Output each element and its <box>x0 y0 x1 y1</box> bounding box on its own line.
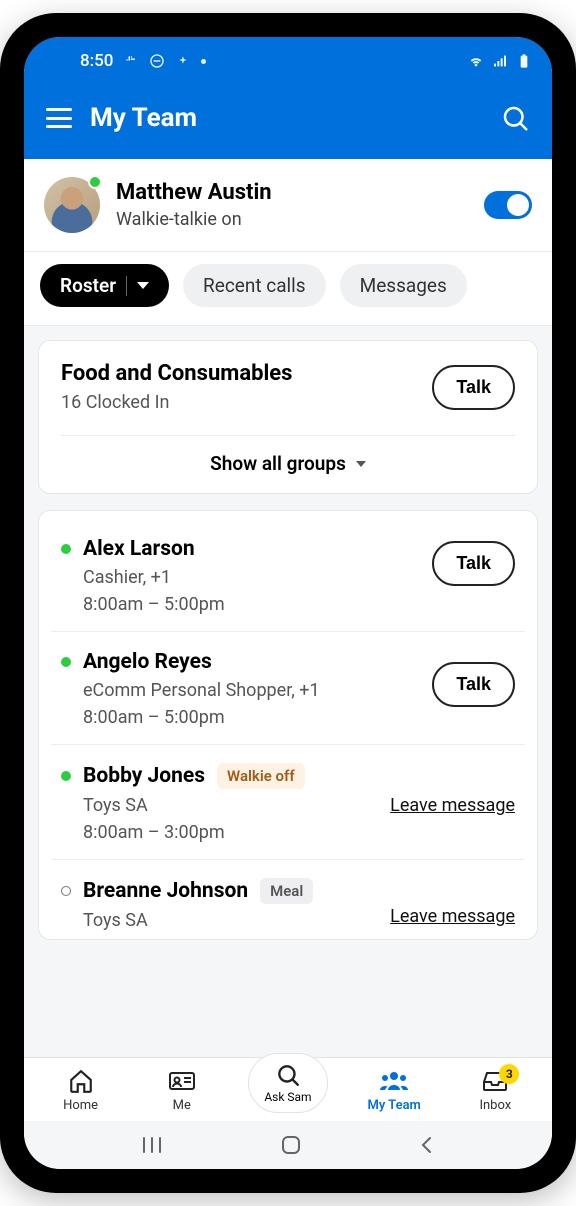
android-home-button[interactable] <box>280 1134 302 1156</box>
home-icon <box>68 1068 94 1094</box>
status-dot-icon <box>201 59 206 64</box>
phone-shell: 8:50 My Team <box>0 13 576 1193</box>
show-all-groups-button[interactable]: Show all groups <box>61 435 515 493</box>
presence-dot-icon <box>88 175 102 189</box>
signal-icon <box>492 53 508 69</box>
nav-ask-sam[interactable]: Ask Sam <box>248 1053 328 1113</box>
slack-icon <box>123 53 139 69</box>
chevron-down-icon <box>137 282 149 289</box>
person-name: Angelo Reyes <box>83 650 212 674</box>
person-name: Breanne Johnson <box>83 879 248 903</box>
person-schedule: 8:00am – 5:00pm <box>83 707 515 728</box>
android-back-button[interactable] <box>418 1134 436 1156</box>
status-bar: 8:50 <box>24 37 552 85</box>
leave-message-button[interactable]: Leave message <box>390 795 515 816</box>
spark-icon <box>175 53 191 69</box>
nav-me-label: Me <box>173 1098 191 1113</box>
inbox-badge: 3 <box>499 1064 519 1084</box>
nav-inbox-label: Inbox <box>479 1098 511 1113</box>
current-user-row: Matthew Austin Walkie-talkie on <box>24 159 552 252</box>
search-button[interactable] <box>500 103 530 133</box>
menu-icon[interactable] <box>46 108 72 128</box>
presence-dot-icon <box>61 771 71 781</box>
search-icon <box>275 1062 301 1088</box>
tab-messages-label: Messages <box>360 274 447 297</box>
list-item[interactable]: Breanne Johnson Meal Toys SA Leave messa… <box>51 859 525 939</box>
nav-inbox[interactable]: 3 Inbox <box>460 1068 530 1113</box>
talk-button[interactable]: Talk <box>432 541 515 586</box>
nav-ask-sam-label: Ask Sam <box>264 1090 311 1104</box>
person-schedule: 8:00am – 3:00pm <box>83 822 515 843</box>
app-header: My Team <box>24 85 552 159</box>
bottom-nav: Home Me Ask Sam My Team <box>24 1057 552 1121</box>
avatar[interactable] <box>44 177 100 233</box>
tab-recent-calls-label: Recent calls <box>203 274 306 297</box>
status-time: 8:50 <box>80 51 113 71</box>
page-title: My Team <box>90 103 197 133</box>
presence-dot-icon <box>61 886 71 896</box>
tab-messages[interactable]: Messages <box>340 264 467 307</box>
person-schedule: 8:00am – 5:00pm <box>83 594 515 615</box>
walkie-toggle[interactable] <box>484 191 532 219</box>
status-badge: Walkie off <box>217 763 305 789</box>
nav-home[interactable]: Home <box>46 1068 116 1113</box>
nav-me[interactable]: Me <box>147 1068 217 1113</box>
people-list: Alex Larson Cashier, +1 8:00am – 5:00pm … <box>38 510 538 940</box>
android-recent-button[interactable] <box>140 1136 164 1154</box>
group-subtitle: 16 Clocked In <box>61 392 292 413</box>
content-scroll[interactable]: Food and Consumables 16 Clocked In Talk … <box>24 326 552 1057</box>
user-name: Matthew Austin <box>116 180 272 205</box>
tab-roster-label: Roster <box>60 274 116 297</box>
search-icon <box>500 103 530 133</box>
id-card-icon <box>168 1069 196 1093</box>
show-all-label: Show all groups <box>210 452 346 475</box>
presence-dot-icon <box>61 657 71 667</box>
person-name: Alex Larson <box>83 537 195 561</box>
tab-recent-calls[interactable]: Recent calls <box>183 264 326 307</box>
tab-divider <box>126 276 127 296</box>
list-item[interactable]: Angelo Reyes eComm Personal Shopper, +1 … <box>51 631 525 744</box>
wifi-icon <box>468 53 484 69</box>
android-nav-bar <box>24 1121 552 1169</box>
list-item[interactable]: Alex Larson Cashier, +1 8:00am – 5:00pm … <box>39 511 537 631</box>
team-icon <box>379 1068 409 1094</box>
user-status: Walkie-talkie on <box>116 209 272 230</box>
tab-roster[interactable]: Roster <box>40 264 169 307</box>
group-title: Food and Consumables <box>61 361 292 386</box>
status-badge: Meal <box>260 878 313 904</box>
group-card: Food and Consumables 16 Clocked In Talk … <box>38 340 538 494</box>
dnd-icon <box>149 53 165 69</box>
tabs-row: Roster Recent calls Messages <box>24 252 552 326</box>
battery-icon <box>516 53 532 69</box>
nav-my-team[interactable]: My Team <box>359 1068 429 1113</box>
screen: 8:50 My Team <box>24 37 552 1169</box>
person-name: Bobby Jones <box>83 764 205 788</box>
group-talk-button[interactable]: Talk <box>432 365 515 410</box>
leave-message-button[interactable]: Leave message <box>390 906 515 927</box>
presence-dot-icon <box>61 544 71 554</box>
list-item[interactable]: Bobby Jones Walkie off Toys SA 8:00am – … <box>51 744 525 859</box>
nav-home-label: Home <box>63 1098 98 1113</box>
nav-my-team-label: My Team <box>367 1098 420 1113</box>
chevron-down-icon <box>356 461 366 467</box>
talk-button[interactable]: Talk <box>432 662 515 707</box>
